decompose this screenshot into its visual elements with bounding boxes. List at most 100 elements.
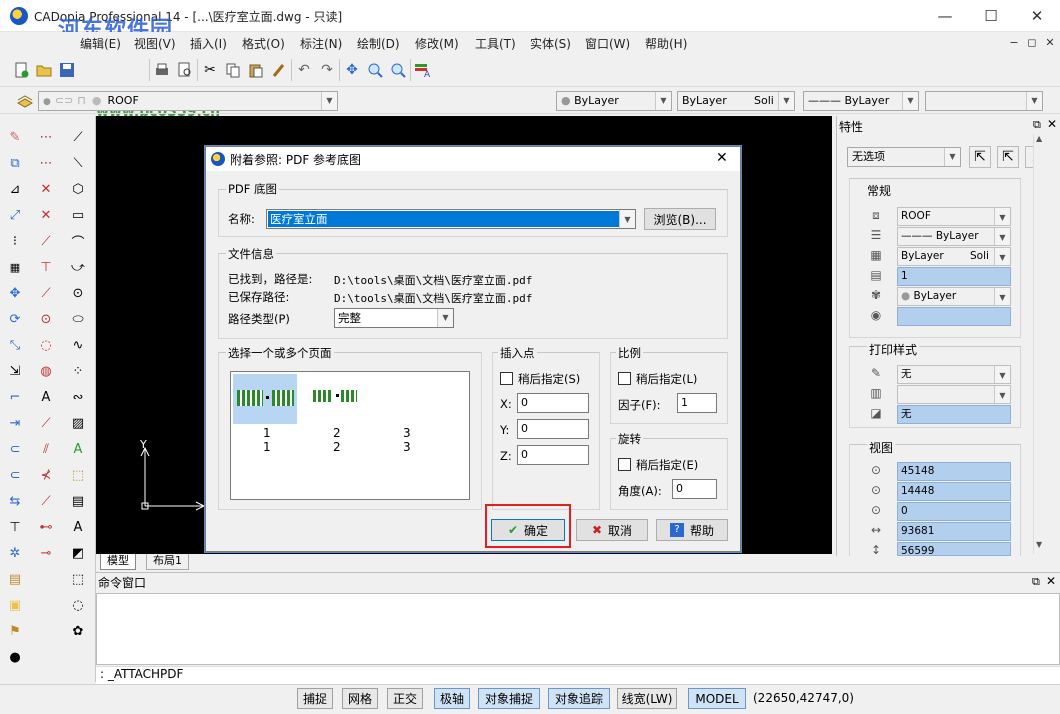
arc-icon[interactable]: ⌒ [67,230,89,252]
quick-select-icon[interactable]: ⇱ [969,146,991,168]
maximize-button[interactable]: ☐ [968,0,1014,32]
command-history[interactable] [96,593,1060,665]
linetype-combo[interactable]: ByLayer Soli ▼ [677,91,795,111]
tab-model[interactable]: 模型 [100,554,136,570]
tab-layout1[interactable]: 布局1 [146,554,189,570]
hatch-pattern-icon[interactable]: ▨ [67,412,89,434]
menu-help[interactable]: 帮助(H) [645,35,687,52]
open-file-icon[interactable] [33,59,55,81]
offset-icon[interactable]: ⤢ [4,204,26,226]
scroll-down-icon[interactable]: ▼ [1036,540,1042,549]
arc-3point-icon[interactable]: ⤻ [67,256,89,278]
explode-icon[interactable]: ✲ [4,542,26,564]
minimize-button[interactable]: — [922,0,968,32]
plot-attached-field[interactable]: 无 [897,405,1011,424]
snap-quadrant-icon[interactable]: ◌ [35,334,57,356]
command-line[interactable]: : _ATTACHPDF [96,666,1060,684]
page-thumb-2[interactable] [313,390,333,402]
join-icon[interactable]: ⇆ [4,490,26,512]
lineweight-prop-field[interactable]: ● ByLayer ▼ [897,287,1011,306]
menu-draw[interactable]: 绘制(D) [357,35,400,52]
array-icon[interactable]: ⁝ [4,230,26,252]
view-height-field[interactable]: 56599 [897,542,1011,556]
stretch-icon[interactable]: ⇲ [4,360,26,382]
menu-edit[interactable]: 编辑(E) [80,35,121,52]
erase-icon[interactable]: ✎ [4,126,26,148]
snap-perpendicular-icon[interactable]: ⟋ [35,282,57,304]
snap-from-icon[interactable]: ⊷ [35,516,57,538]
attribute-icon[interactable]: A [67,516,89,538]
snap-apparent-icon[interactable]: ✕ [35,204,57,226]
z-input[interactable]: 0 [517,445,589,465]
snap-midpoint-icon[interactable]: ⋯ [35,152,57,174]
bomb-icon[interactable]: ● [4,646,26,668]
center-y-field[interactable]: 14448 [897,482,1011,501]
close-button[interactable]: ✕ [1014,0,1060,32]
mdi-close-button[interactable]: ✕ [1042,35,1058,51]
selection-combo[interactable]: 无选项 ▼ [847,147,961,167]
transparency-prop-field[interactable] [897,307,1011,326]
extend-icon[interactable]: ⇥ [4,412,26,434]
break-at-point-icon[interactable]: ⊂ [4,464,26,486]
ortho-toggle[interactable]: 正交 [387,688,423,709]
rotate-specify-checkbox[interactable] [618,458,631,471]
center-z-field[interactable]: 0 [897,502,1011,521]
donut-icon[interactable]: ◌ [67,594,89,616]
boundary-icon[interactable]: ⬚ [67,568,89,590]
undo-icon[interactable]: ↶ [293,59,315,81]
zoom-window-icon[interactable] [387,59,409,81]
snap-endpoint-icon[interactable]: ⋯ [35,126,57,148]
lineweight-combo[interactable]: ——— ByLayer ▼ [803,91,919,111]
scroll-up-icon[interactable]: ▲ [1036,134,1042,143]
text-style-icon[interactable]: A [412,59,434,81]
ok-button[interactable]: ✔ 确定 [491,519,565,541]
pan-icon[interactable]: ✥ [341,59,363,81]
menu-view[interactable]: 视图(V) [134,35,176,52]
view-width-field[interactable]: 93681 [897,522,1011,541]
rectangle-icon[interactable]: ▭ [67,204,89,226]
hatch-icon[interactable]: ▤ [4,568,26,590]
snap-settings-icon[interactable]: ⊸ [35,542,57,564]
menu-window[interactable]: 窗口(W) [585,35,630,52]
plot-table-field[interactable]: ▼ [897,385,1011,404]
lineweight-toggle[interactable]: 线宽(LW) [617,688,677,709]
mdi-minimize-button[interactable]: − [1006,35,1022,51]
menu-solid[interactable]: 实体(S) [530,35,571,52]
command-restore-icon[interactable]: ⧉ [1032,575,1040,589]
page-list[interactable]: 1 2 3 1 2 3 [230,371,470,500]
mdi-restore-button[interactable]: ◻ [1024,35,1040,51]
polygon-icon[interactable]: ⬡ [67,178,89,200]
plotstyle-combo[interactable]: ▼ [925,91,1043,111]
scale-icon[interactable]: ⤡ [4,334,26,356]
break-icon[interactable]: ⊂ [4,438,26,460]
snap-parallel-icon[interactable]: ⫽ [35,438,57,460]
y-input[interactable]: 0 [517,419,589,439]
line-icon[interactable]: ⟋ [67,126,89,148]
save-icon[interactable] [56,59,78,81]
copy-icon[interactable] [222,59,244,81]
point-icon[interactable]: ⁘ [67,360,89,382]
x-input[interactable]: 0 [517,393,589,413]
revcloud-icon[interactable]: ∾ [67,386,89,408]
ltscale-prop-field[interactable]: 1 [897,267,1011,286]
snap-node-icon[interactable]: ⟋ [35,412,57,434]
move-icon[interactable]: ✥ [4,282,26,304]
redo-icon[interactable]: ↷ [316,59,338,81]
factor-input[interactable]: 1 [677,393,717,413]
path-type-combo[interactable]: 完整 ▼ [334,308,454,328]
layer-combo[interactable]: ● ⊂⊃ ⊓ ● ROOF ▼ [38,91,338,111]
match-icon[interactable]: ⚑ [4,620,26,642]
snap-center-icon[interactable]: ⊙ [35,308,57,330]
snap-none-icon[interactable]: ⟋ [35,490,57,512]
help-button[interactable]: ? 帮助 [656,519,728,541]
dialog-close-icon[interactable]: ✕ [716,150,728,166]
menu-format[interactable]: 格式(O) [242,35,285,52]
layer-manager-icon[interactable] [14,90,36,112]
color-prop-field[interactable]: ——— ByLayer ▼ [897,227,1011,246]
array-grid-icon[interactable]: ▦ [4,256,26,278]
browse-button[interactable]: 浏览(B)... [644,208,716,230]
spline-icon[interactable]: ∿ [67,334,89,356]
ellipse-icon[interactable]: ⬭ [67,308,89,330]
match-properties-icon[interactable] [268,59,290,81]
properties-scrollbar[interactable]: ▲ ▼ [1033,134,1049,554]
